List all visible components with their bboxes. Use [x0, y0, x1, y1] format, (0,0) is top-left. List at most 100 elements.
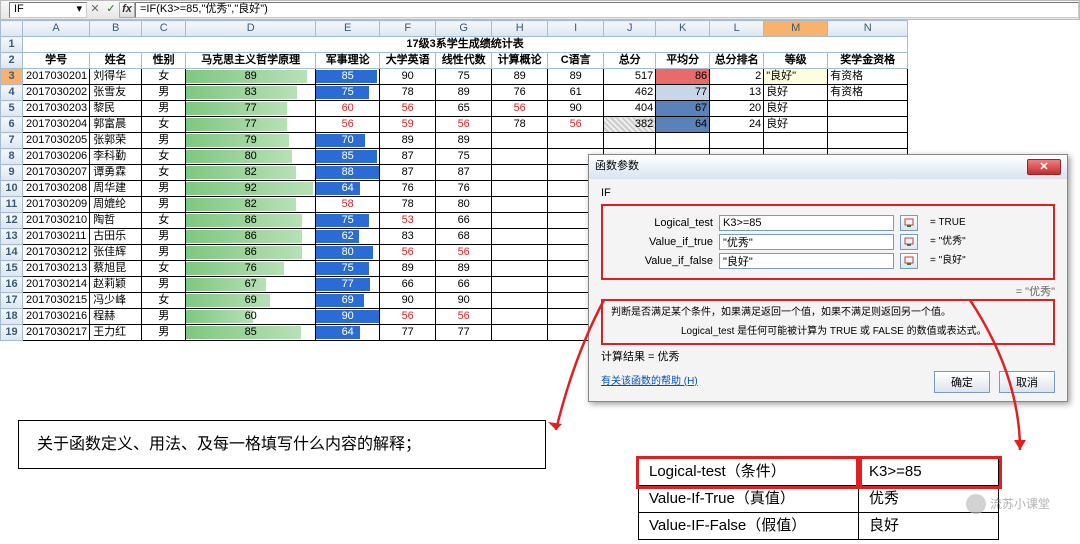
- cell[interactable]: 2017030216: [23, 309, 90, 325]
- cell[interactable]: 56: [380, 101, 436, 117]
- cell[interactable]: 65: [436, 101, 492, 117]
- cell[interactable]: [828, 101, 908, 117]
- cell[interactable]: 56: [492, 101, 548, 117]
- cell[interactable]: 87: [436, 165, 492, 181]
- cell[interactable]: 80: [186, 149, 316, 165]
- cell[interactable]: [828, 117, 908, 133]
- row-header[interactable]: 17: [1, 293, 23, 309]
- cell[interactable]: 80: [316, 245, 380, 261]
- row-header[interactable]: 3: [1, 69, 23, 85]
- cell[interactable]: 有资格: [828, 85, 908, 101]
- cell[interactable]: 77: [186, 101, 316, 117]
- col-header[interactable]: B: [90, 21, 142, 37]
- cell[interactable]: 王力红: [90, 325, 142, 341]
- cell[interactable]: 404: [604, 101, 656, 117]
- cell[interactable]: 53: [380, 213, 436, 229]
- cell[interactable]: 良好: [764, 101, 828, 117]
- cell[interactable]: [492, 229, 548, 245]
- cell[interactable]: 61: [548, 85, 604, 101]
- cell[interactable]: 有资格: [828, 69, 908, 85]
- cell[interactable]: 2017030208: [23, 181, 90, 197]
- col-header[interactable]: J: [604, 21, 656, 37]
- cancel-icon[interactable]: ✕: [87, 3, 103, 16]
- cell[interactable]: 78: [380, 85, 436, 101]
- cell[interactable]: 男: [142, 133, 186, 149]
- cell[interactable]: 86: [186, 213, 316, 229]
- cell[interactable]: 13: [710, 85, 764, 101]
- col-header[interactable]: K: [656, 21, 710, 37]
- cell[interactable]: 75: [316, 213, 380, 229]
- cell[interactable]: 2017030201: [23, 69, 90, 85]
- cell[interactable]: 男: [142, 197, 186, 213]
- cell[interactable]: 76: [380, 181, 436, 197]
- cell[interactable]: 66: [436, 277, 492, 293]
- cell[interactable]: 女: [142, 261, 186, 277]
- cell[interactable]: 85: [316, 149, 380, 165]
- cell[interactable]: 77: [436, 325, 492, 341]
- cell[interactable]: 良好: [764, 117, 828, 133]
- row-header[interactable]: 6: [1, 117, 23, 133]
- cell[interactable]: 2017030202: [23, 85, 90, 101]
- cell[interactable]: 男: [142, 229, 186, 245]
- range-select-icon[interactable]: [900, 253, 918, 269]
- row-header[interactable]: 14: [1, 245, 23, 261]
- cell[interactable]: 谭勇霖: [90, 165, 142, 181]
- cell[interactable]: 陶哲: [90, 213, 142, 229]
- cell[interactable]: 68: [436, 229, 492, 245]
- cell[interactable]: [492, 261, 548, 277]
- cell[interactable]: [604, 133, 656, 149]
- cell[interactable]: 77: [316, 277, 380, 293]
- arg-input[interactable]: [719, 253, 894, 269]
- cell[interactable]: 2017030212: [23, 245, 90, 261]
- col-header[interactable]: G: [436, 21, 492, 37]
- cell[interactable]: 59: [380, 117, 436, 133]
- cell[interactable]: 78: [492, 117, 548, 133]
- cell[interactable]: 良好: [764, 85, 828, 101]
- cell[interactable]: 85: [316, 69, 380, 85]
- cell[interactable]: 462: [604, 85, 656, 101]
- help-link[interactable]: 有关该函数的帮助 (H): [601, 376, 698, 388]
- row-header[interactable]: 15: [1, 261, 23, 277]
- cell[interactable]: 67: [656, 101, 710, 117]
- cell[interactable]: 2017030214: [23, 277, 90, 293]
- cell[interactable]: "良好": [764, 69, 828, 85]
- cell[interactable]: 89: [436, 133, 492, 149]
- row-header[interactable]: 2: [1, 53, 23, 69]
- cell[interactable]: 82: [186, 197, 316, 213]
- cell[interactable]: 69: [316, 293, 380, 309]
- cell[interactable]: 2017030213: [23, 261, 90, 277]
- accept-icon[interactable]: ✓: [103, 3, 119, 16]
- cell[interactable]: 62: [316, 229, 380, 245]
- cell[interactable]: 89: [186, 69, 316, 85]
- cell[interactable]: [492, 149, 548, 165]
- cell[interactable]: 66: [436, 213, 492, 229]
- cell[interactable]: 382: [604, 117, 656, 133]
- cell[interactable]: [764, 133, 828, 149]
- cell[interactable]: 20: [710, 101, 764, 117]
- cell[interactable]: [548, 133, 604, 149]
- cell[interactable]: 90: [436, 293, 492, 309]
- cell[interactable]: 76: [492, 85, 548, 101]
- cell[interactable]: 77: [380, 325, 436, 341]
- cell[interactable]: 87: [380, 149, 436, 165]
- col-header[interactable]: I: [548, 21, 604, 37]
- cell[interactable]: 56: [436, 309, 492, 325]
- cell[interactable]: 男: [142, 101, 186, 117]
- col-header[interactable]: L: [710, 21, 764, 37]
- cell[interactable]: 83: [186, 85, 316, 101]
- row-header[interactable]: 5: [1, 101, 23, 117]
- cell[interactable]: 89: [492, 69, 548, 85]
- cell[interactable]: 75: [436, 149, 492, 165]
- cell[interactable]: 张郭荣: [90, 133, 142, 149]
- cell[interactable]: [828, 133, 908, 149]
- cell[interactable]: 男: [142, 85, 186, 101]
- cell[interactable]: 2017030207: [23, 165, 90, 181]
- row-header[interactable]: 10: [1, 181, 23, 197]
- cell[interactable]: 87: [380, 165, 436, 181]
- cell[interactable]: 女: [142, 149, 186, 165]
- col-header[interactable]: F: [380, 21, 436, 37]
- cell[interactable]: 张佳辉: [90, 245, 142, 261]
- cell[interactable]: [492, 309, 548, 325]
- cell[interactable]: 56: [380, 309, 436, 325]
- cell[interactable]: [492, 165, 548, 181]
